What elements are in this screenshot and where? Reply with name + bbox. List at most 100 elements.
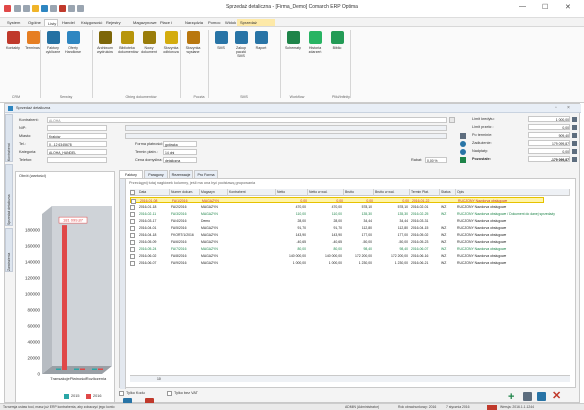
menu-item-1[interactable]: Ogólne <box>25 19 43 26</box>
column-header-8[interactable]: Termin Płat. <box>410 189 440 196</box>
table-row[interactable]: 2016-05-24 FA/7/2016 MAGAZYN 80,00 80,00 98,4… <box>130 246 544 252</box>
menu-item-4[interactable]: Księgowość <box>78 19 102 26</box>
ribbon-button-0[interactable]: Kontakty <box>4 31 22 50</box>
print-icon[interactable] <box>23 5 30 12</box>
menu-item-0[interactable]: System <box>4 19 24 26</box>
menu-item-3[interactable]: Handel <box>59 19 77 26</box>
window-pin-icon[interactable]: ▫ <box>555 105 557 111</box>
refresh-icon[interactable] <box>50 5 57 12</box>
ribbon-button-8[interactable]: Skrzynka wysłane <box>184 31 202 54</box>
maximize-button[interactable]: ☐ <box>542 3 548 11</box>
add-button[interactable]: + <box>508 392 518 403</box>
column-header-7[interactable]: Brutto w wal. <box>374 189 410 196</box>
row-checkbox[interactable] <box>130 239 135 245</box>
cena-field[interactable]: detaliczna <box>163 157 197 163</box>
ribbon-button-6[interactable]: Nowy dokument <box>140 31 158 54</box>
row-checkbox[interactable] <box>130 253 135 259</box>
kontrahent-lookup-button[interactable] <box>449 117 455 123</box>
ribbon-button-13[interactable]: Historia zdarzeń <box>306 31 324 54</box>
column-header-2[interactable]: Magazyn <box>200 189 228 196</box>
row-checkbox[interactable] <box>130 225 135 231</box>
ribbon-button-14[interactable]: Biblio <box>328 31 346 50</box>
tab-0[interactable]: Faktury <box>119 170 143 178</box>
ribbon-button-9[interactable]: SMS <box>212 31 230 50</box>
table-row[interactable]: 2016-01-18 FA/2/2016 MAGAZYN 470,00 470,00 57… <box>130 204 544 210</box>
column-header-9[interactable]: Status <box>440 189 456 196</box>
table-row[interactable]: 2016-04-18 FKORT/1/2016 MAGAZYN 143,90 143,9… <box>130 232 544 238</box>
summary-details-icon[interactable] <box>572 157 577 162</box>
export-button[interactable] <box>537 392 546 401</box>
table-row[interactable]: 2016-04-01 FA/5/2016 MAGAZYN 91,70 91,70 112,… <box>130 225 544 231</box>
row-checkbox[interactable] <box>130 218 135 224</box>
column-header-3[interactable]: Kontrahent <box>228 189 276 196</box>
ribbon-button-2[interactable]: Faktury cykliczne <box>44 31 62 54</box>
rabat-field[interactable]: 0,00 % <box>425 157 447 163</box>
row-checkbox[interactable] <box>130 204 135 210</box>
summary-details-icon[interactable] <box>572 117 577 122</box>
table-row[interactable]: 2016-05-09 FA/6/2016 MAGAZYN -40,65 -40,65 -5… <box>130 239 544 245</box>
column-header-1[interactable]: Numer dokum. <box>170 189 200 196</box>
close-button[interactable]: ✕ <box>565 3 571 11</box>
tab-2[interactable]: Rezerwacje <box>169 170 193 178</box>
filter-checkbox-2[interactable] <box>167 391 172 396</box>
column-header-0[interactable]: Data <box>138 189 170 196</box>
sidetab-zamowienia[interactable]: Zamówienia <box>5 228 13 272</box>
customize-toolbar-icon[interactable] <box>77 5 84 12</box>
folder-icon[interactable] <box>32 5 39 12</box>
status-alert-icon[interactable] <box>487 405 497 410</box>
menu-item-2[interactable]: Listy <box>44 19 58 26</box>
ribbon-button-4[interactable]: Archiwum wydruków <box>96 31 114 54</box>
column-header-10[interactable]: Opis <box>456 189 570 196</box>
nip-field[interactable] <box>47 125 107 131</box>
row-checkbox[interactable] <box>130 232 135 238</box>
mail-icon[interactable] <box>41 5 48 12</box>
ribbon-button-12[interactable]: Schematy <box>284 31 302 50</box>
tel-field[interactable]: 0...12 6345678 <box>47 141 107 147</box>
table-row[interactable]: 2016-01-08 FA/1/2016 MAGAZYN 0,00 0,00 0,00 0,… <box>130 197 544 204</box>
summary-details-icon[interactable] <box>572 141 577 146</box>
select-all-checkbox[interactable] <box>130 190 135 195</box>
ribbon-button-7[interactable]: Skrzynka odbiorcza <box>162 31 180 54</box>
save-icon[interactable] <box>14 5 21 12</box>
menu-item-11[interactable]: Sprzedaż detaliczna <box>237 19 275 32</box>
ribbon-button-3[interactable]: Oferty Handlowe <box>64 31 82 54</box>
edit-icon[interactable] <box>460 133 466 139</box>
menu-item-7[interactable]: Płace i Kadry <box>157 19 181 32</box>
sidetab-sprzedaz[interactable]: Sprzedaż detaliczna <box>5 164 13 226</box>
row-checkbox[interactable] <box>130 211 135 217</box>
menu-item-8[interactable]: Narzędzia <box>182 19 204 26</box>
address-field[interactable] <box>125 125 447 131</box>
menu-item-9[interactable]: Pomoc <box>205 19 221 26</box>
window-close-icon[interactable]: × <box>567 105 570 111</box>
kategoria-field[interactable]: ALOHA_HANDEL <box>47 149 107 155</box>
delete-button[interactable]: ✕ <box>552 391 562 402</box>
sidetab-kontrahenci[interactable]: Kontrahenci <box>5 114 13 162</box>
tab-3[interactable]: Pro Forma <box>194 170 218 178</box>
ribbon-button-10[interactable]: Zakup paczki SMS <box>232 31 250 58</box>
ribbon-button-5[interactable]: Biblioteka dokumentów <box>118 31 138 54</box>
table-row[interactable]: 2016-06-02 FA/8/2016 MAGAZYN 140 000,00 140 … <box>130 253 544 259</box>
row-checkbox[interactable] <box>130 246 135 252</box>
column-header-5[interactable]: Netto w wal. <box>308 189 344 196</box>
column-header-6[interactable]: Brutto <box>344 189 374 196</box>
termin-field[interactable]: 14 dni <box>163 149 197 155</box>
globe-icon[interactable] <box>460 149 466 155</box>
settings-icon[interactable] <box>68 5 75 12</box>
row-checkbox[interactable] <box>130 260 135 266</box>
summary-details-icon[interactable] <box>572 149 577 154</box>
menu-item-5[interactable]: Rejestry VAT <box>103 19 129 32</box>
money-icon[interactable] <box>460 157 466 163</box>
edit-button[interactable] <box>523 392 532 401</box>
row-checkbox[interactable] <box>131 198 136 204</box>
summary-details-icon[interactable] <box>572 133 577 138</box>
tab-1[interactable]: Paragony <box>144 170 168 178</box>
table-row[interactable]: 2016-06-07 FA/9/2016 MAGAZYN 1 000,00 1 000,… <box>130 260 544 266</box>
forma-field[interactable]: gotówka <box>163 141 197 147</box>
summary-details-icon[interactable] <box>572 125 577 130</box>
info-icon[interactable] <box>460 141 466 147</box>
table-row[interactable]: 2016-02-11 FA/3/2016 MAGAZYN 110,00 110,00 13… <box>130 211 555 217</box>
ribbon-button-11[interactable]: Raport <box>252 31 270 50</box>
filter-checkbox-1[interactable] <box>119 391 124 396</box>
table-row[interactable]: 2016-03-17 FA/4/2016 Demo 28,00 28,00 34,44 34… <box>130 218 544 224</box>
help-icon[interactable] <box>59 5 66 12</box>
